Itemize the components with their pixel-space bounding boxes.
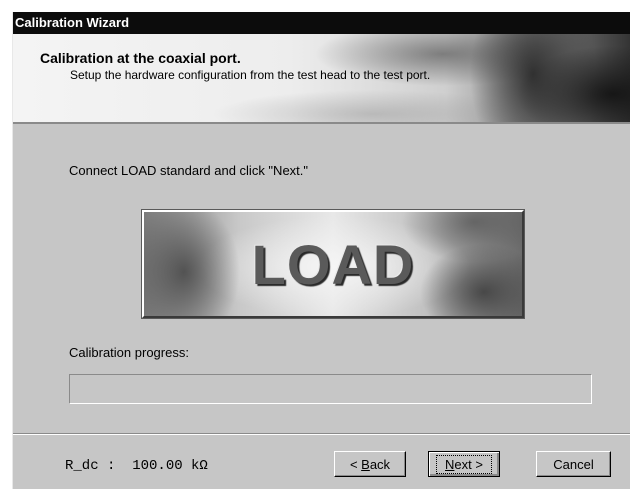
calibration-wizard-window: Calibration Wizard Calibration at the co… <box>12 12 630 489</box>
back-button[interactable]: < Back <box>334 451 406 477</box>
calibration-progress-bar <box>69 374 592 404</box>
footer-separator <box>13 433 630 435</box>
header-subtitle: Setup the hardware configuration from th… <box>70 68 431 82</box>
cancel-button-label: Cancel <box>553 456 594 472</box>
next-button-label: Next > <box>436 454 492 474</box>
load-standard-image: LOAD <box>141 209 525 319</box>
next-button[interactable]: Next > <box>428 451 500 477</box>
instruction-text: Connect LOAD standard and click "Next." <box>69 163 309 178</box>
wizard-header: Calibration at the coaxial port. Setup t… <box>13 34 630 124</box>
load-standard-label: LOAD <box>251 232 415 296</box>
window-title: Calibration Wizard <box>15 15 130 30</box>
back-button-label: < Back <box>349 456 391 472</box>
title-bar[interactable]: Calibration Wizard <box>13 12 630 34</box>
header-title: Calibration at the coaxial port. <box>40 50 241 66</box>
rdc-status-readout: R_dc : 100.00 kΩ <box>65 458 208 474</box>
cancel-button[interactable]: Cancel <box>536 451 611 477</box>
progress-label: Calibration progress: <box>69 345 189 360</box>
